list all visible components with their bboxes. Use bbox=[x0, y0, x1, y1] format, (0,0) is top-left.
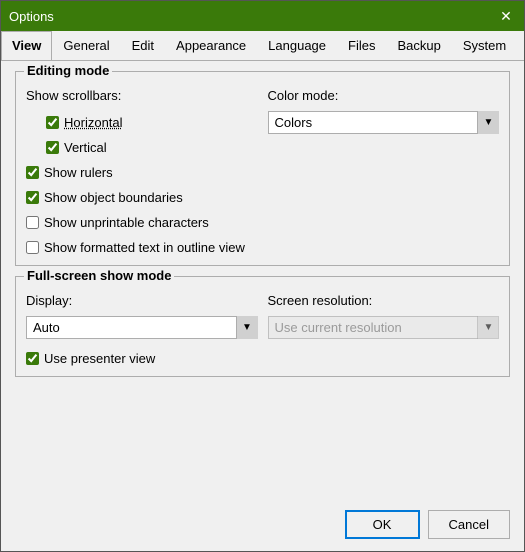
tab-edit[interactable]: Edit bbox=[121, 31, 165, 60]
color-mode-select[interactable]: Colors Grayscale Black & White bbox=[268, 111, 500, 134]
cancel-button[interactable]: Cancel bbox=[428, 510, 510, 539]
vertical-label[interactable]: Vertical bbox=[64, 140, 107, 155]
display-dropdown-wrapper: Auto Primary Secondary ▼ bbox=[26, 316, 258, 339]
use-presenter-view-row: Use presenter view bbox=[26, 351, 258, 366]
editing-mode-group: Editing mode Show scrollbars: Horizontal… bbox=[15, 71, 510, 266]
show-unprintable-row: Show unprintable characters bbox=[26, 215, 258, 230]
show-rulers-label[interactable]: Show rulers bbox=[44, 165, 113, 180]
horizontal-label[interactable]: Horizontal bbox=[64, 115, 123, 130]
options-window: Options ✕ View General Edit Appearance L… bbox=[0, 0, 525, 552]
window-title: Options bbox=[9, 9, 54, 24]
editing-mode-right: Color mode: Colors Grayscale Black & Whi… bbox=[268, 88, 500, 255]
show-formatted-checkbox[interactable] bbox=[26, 241, 39, 254]
title-bar: Options ✕ bbox=[1, 1, 524, 31]
content-area: Editing mode Show scrollbars: Horizontal… bbox=[1, 61, 524, 502]
screen-resolution-select[interactable]: Use current resolution bbox=[268, 316, 500, 339]
show-unprintable-label[interactable]: Show unprintable characters bbox=[44, 215, 209, 230]
show-object-boundaries-checkbox[interactable] bbox=[26, 191, 39, 204]
button-bar: OK Cancel bbox=[1, 502, 524, 551]
tab-appearance[interactable]: Appearance bbox=[165, 31, 257, 60]
tab-system[interactable]: System bbox=[452, 31, 517, 60]
color-mode-label: Color mode: bbox=[268, 88, 500, 103]
tab-general[interactable]: General bbox=[52, 31, 120, 60]
show-object-boundaries-row: Show object boundaries bbox=[26, 190, 258, 205]
full-screen-group: Full-screen show mode Display: Auto Prim… bbox=[15, 276, 510, 377]
vertical-row: Vertical bbox=[46, 140, 258, 155]
vertical-checkbox[interactable] bbox=[46, 141, 59, 154]
show-unprintable-checkbox[interactable] bbox=[26, 216, 39, 229]
full-screen-right: Screen resolution: Use current resolutio… bbox=[268, 293, 500, 366]
editing-mode-label: Editing mode bbox=[24, 63, 112, 78]
display-select[interactable]: Auto Primary Secondary bbox=[26, 316, 258, 339]
close-button[interactable]: ✕ bbox=[496, 6, 516, 26]
screen-resolution-dropdown-wrapper: Use current resolution ▼ bbox=[268, 316, 500, 339]
full-screen-label: Full-screen show mode bbox=[24, 268, 174, 283]
ok-button[interactable]: OK bbox=[345, 510, 420, 539]
show-rulers-row: Show rulers bbox=[26, 165, 258, 180]
tab-view[interactable]: View bbox=[1, 31, 52, 61]
display-label: Display: bbox=[26, 293, 258, 308]
tab-bar: View General Edit Appearance Language Fi… bbox=[1, 31, 524, 61]
use-presenter-view-label[interactable]: Use presenter view bbox=[44, 351, 155, 366]
color-mode-dropdown-wrapper: Colors Grayscale Black & White ▼ bbox=[268, 111, 500, 134]
show-formatted-label[interactable]: Show formatted text in outline view bbox=[44, 240, 245, 255]
horizontal-checkbox[interactable] bbox=[46, 116, 59, 129]
screen-resolution-label: Screen resolution: bbox=[268, 293, 500, 308]
tab-fon[interactable]: Fon ▶ bbox=[517, 31, 524, 60]
tab-files[interactable]: Files bbox=[337, 31, 386, 60]
tab-backup[interactable]: Backup bbox=[386, 31, 451, 60]
tab-language[interactable]: Language bbox=[257, 31, 337, 60]
show-formatted-row: Show formatted text in outline view bbox=[26, 240, 258, 255]
full-screen-left: Display: Auto Primary Secondary ▼ Use pr… bbox=[26, 293, 258, 366]
use-presenter-view-checkbox[interactable] bbox=[26, 352, 39, 365]
show-object-boundaries-label[interactable]: Show object boundaries bbox=[44, 190, 183, 205]
editing-mode-left: Show scrollbars: Horizontal Vertical Sho… bbox=[26, 88, 258, 255]
show-scrollbars-label: Show scrollbars: bbox=[26, 88, 258, 103]
horizontal-row: Horizontal bbox=[46, 115, 258, 130]
show-rulers-checkbox[interactable] bbox=[26, 166, 39, 179]
